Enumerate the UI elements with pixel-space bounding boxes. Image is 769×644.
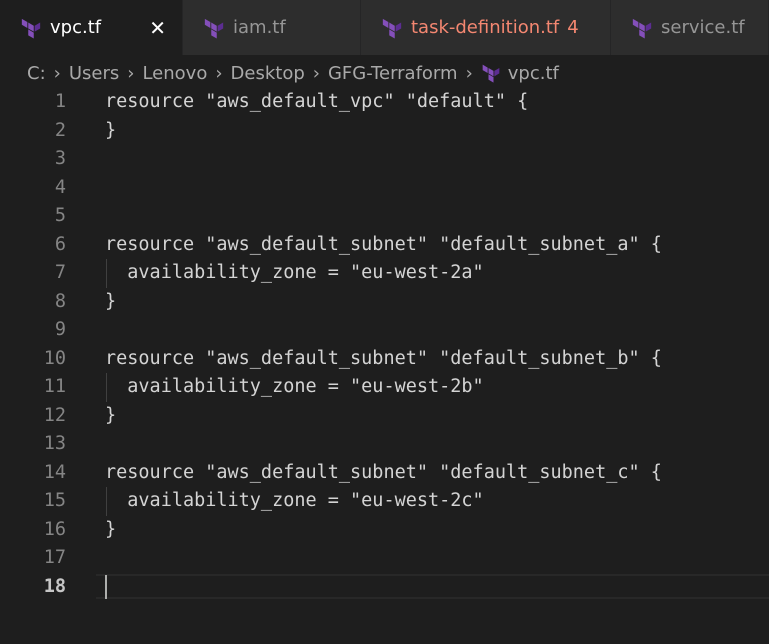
code-editor[interactable]: 1 resource "aws_default_vpc" "default" {2… bbox=[0, 88, 769, 644]
breadcrumb-item-gfg-terraform[interactable]: GFG-Terraform bbox=[328, 63, 458, 84]
code-line[interactable]: 14 resource "aws_default_subnet" "default… bbox=[0, 459, 769, 488]
line-number: 9 bbox=[54, 319, 66, 340]
line-number: 12 bbox=[43, 404, 66, 426]
code-line[interactable]: 11 availability_zone = "eu-west-2b" bbox=[0, 373, 769, 402]
code-text[interactable]: } bbox=[105, 117, 116, 146]
line-number: 7 bbox=[54, 262, 66, 283]
code-line[interactable]: 4 bbox=[0, 174, 769, 203]
code-text[interactable]: resource "aws_default_subnet" "default_s… bbox=[105, 345, 662, 374]
code-line[interactable]: 5 bbox=[0, 202, 769, 231]
code-line[interactable]: 3 bbox=[0, 145, 769, 174]
code-text[interactable]: availability_zone = "eu-west-2a" bbox=[105, 259, 483, 288]
chevron-right-icon: › bbox=[465, 62, 473, 84]
breadcrumb: C: › Users › Lenovo › Desktop › GFG-Terr… bbox=[27, 60, 559, 86]
code-line[interactable]: 10 resource "aws_default_subnet" "default… bbox=[0, 345, 769, 374]
tab-bar: vpc.tf ✕ iam.tf task-definition.tf 4 ser… bbox=[0, 0, 769, 55]
line-number: 4 bbox=[54, 176, 66, 198]
close-icon[interactable]: ✕ bbox=[149, 18, 166, 38]
code-line[interactable]: 2} bbox=[0, 117, 769, 146]
code-text[interactable]: } bbox=[105, 516, 116, 545]
tab-task-definition-tf[interactable]: task-definition.tf 4 bbox=[361, 0, 611, 55]
line-number: 18 bbox=[43, 575, 66, 597]
code-line[interactable]: 6 resource "aws_default_subnet" "default_… bbox=[0, 231, 769, 260]
breadcrumb-item-desktop[interactable]: Desktop bbox=[231, 63, 305, 84]
code-line[interactable]: 12} bbox=[0, 402, 769, 431]
code-text[interactable]: } bbox=[105, 288, 116, 317]
code-line[interactable]: 13 bbox=[0, 430, 769, 459]
code-text[interactable]: resource "aws_default_subnet" "default_s… bbox=[105, 231, 662, 260]
code-text[interactable]: availability_zone = "eu-west-2b" bbox=[105, 373, 483, 402]
breadcrumb-item-file[interactable]: vpc.tf bbox=[508, 63, 559, 84]
tab-label: iam.tf bbox=[233, 17, 286, 38]
line-number: 3 bbox=[54, 148, 66, 169]
terraform-icon bbox=[482, 64, 500, 83]
breadcrumb-item-lenovo[interactable]: Lenovo bbox=[142, 63, 207, 84]
code-line[interactable]: 17 bbox=[0, 544, 769, 573]
tab-label: task-definition.tf bbox=[411, 17, 560, 38]
code-text[interactable]: resource "aws_default_subnet" "default_s… bbox=[105, 459, 662, 488]
line-number: 14 bbox=[43, 461, 66, 483]
line-number: 5 bbox=[54, 205, 66, 226]
code-text[interactable]: resource "aws_default_vpc" "default" { bbox=[105, 88, 528, 117]
code-text[interactable]: availability_zone = "eu-west-2c" bbox=[105, 487, 483, 516]
chevron-right-icon: › bbox=[215, 62, 223, 84]
chevron-right-icon: › bbox=[312, 62, 320, 84]
code-line[interactable]: 9 bbox=[0, 316, 769, 345]
code-line[interactable]: 8} bbox=[0, 288, 769, 317]
line-number: 8 bbox=[54, 290, 66, 312]
terraform-icon bbox=[632, 18, 652, 39]
tab-label: vpc.tf bbox=[50, 17, 102, 38]
line-number: 17 bbox=[43, 547, 66, 568]
line-number: 2 bbox=[54, 119, 66, 141]
terraform-icon bbox=[382, 18, 402, 39]
chevron-right-icon: › bbox=[53, 62, 61, 84]
tab-vpc-tf[interactable]: vpc.tf ✕ bbox=[0, 0, 183, 55]
line-number: 11 bbox=[43, 376, 66, 397]
code-line[interactable]: 15 availability_zone = "eu-west-2c" bbox=[0, 487, 769, 516]
code-text[interactable]: } bbox=[105, 402, 116, 431]
code-line[interactable]: 7 availability_zone = "eu-west-2a" bbox=[0, 259, 769, 288]
breadcrumb-item-users[interactable]: Users bbox=[69, 63, 119, 84]
terraform-icon bbox=[204, 18, 224, 39]
line-number: 15 bbox=[43, 490, 66, 511]
tab-iam-tf[interactable]: iam.tf bbox=[183, 0, 361, 55]
line-number: 16 bbox=[43, 518, 66, 540]
chevron-right-icon: › bbox=[127, 62, 135, 84]
code-line[interactable]: 18 bbox=[0, 573, 769, 602]
code-line[interactable]: 1 resource "aws_default_vpc" "default" { bbox=[0, 88, 769, 117]
code-line[interactable]: 16} bbox=[0, 516, 769, 545]
problem-count-badge: 4 bbox=[567, 17, 579, 38]
tab-service-tf[interactable]: service.tf bbox=[611, 0, 769, 55]
line-number: 10 bbox=[43, 347, 66, 369]
line-number: 13 bbox=[43, 433, 66, 454]
line-number: 6 bbox=[54, 233, 66, 255]
tab-label: service.tf bbox=[661, 17, 745, 38]
breadcrumb-item-drive[interactable]: C: bbox=[27, 63, 46, 84]
terraform-icon bbox=[21, 18, 41, 39]
line-number: 1 bbox=[54, 91, 66, 112]
